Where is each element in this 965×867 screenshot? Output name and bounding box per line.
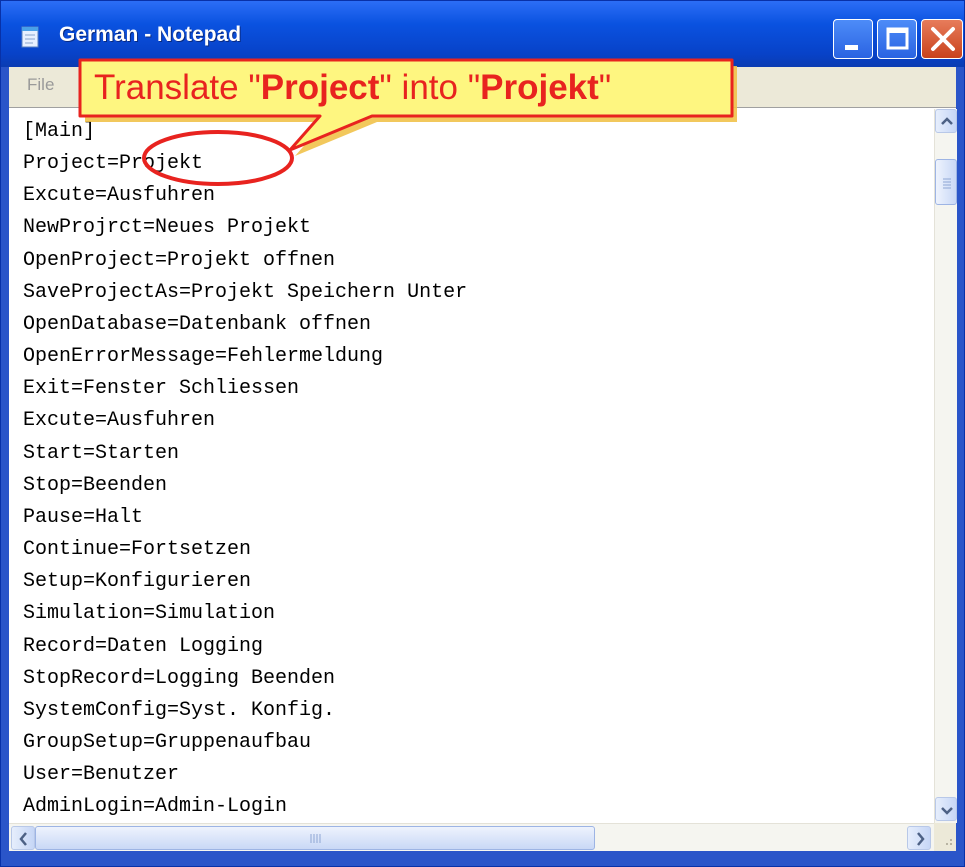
- resize-grip-icon: [946, 839, 952, 845]
- text-line: Pause=Halt: [23, 505, 144, 529]
- text-line: Project=Projekt: [23, 152, 204, 176]
- text-line: AdminLogin=Admin-Login: [23, 795, 288, 819]
- vertical-scroll-thumb[interactable]: [935, 159, 957, 205]
- resize-grip[interactable]: [934, 823, 956, 851]
- horizontal-scrollbar[interactable]: [9, 823, 934, 852]
- notepad-app-icon: [21, 26, 39, 48]
- grip-lines-icon: [943, 178, 951, 189]
- menu-bar: File: [9, 67, 956, 107]
- chevron-right-icon: [917, 832, 925, 846]
- maximize-button[interactable]: [877, 19, 917, 59]
- text-line: SystemConfig=Syst. Konfig.: [23, 698, 336, 722]
- text-line: OpenProject=Projekt offnen: [23, 248, 336, 272]
- text-line: Excute=Ausfuhren: [23, 184, 216, 208]
- title-bar[interactable]: German - Notepad: [1, 1, 964, 67]
- text-line: StopRecord=Logging Beenden: [23, 666, 336, 690]
- menu-file[interactable]: File: [27, 75, 54, 95]
- minimize-button[interactable]: [833, 19, 873, 59]
- text-line: [Main]: [23, 120, 96, 143]
- close-button[interactable]: [921, 19, 963, 59]
- scroll-left-button[interactable]: [11, 826, 35, 850]
- text-line: GroupSetup=Gruppenaufbau: [23, 730, 312, 754]
- window-bottom-border: [1, 851, 964, 866]
- text-line: Exit=Fenster Schliessen: [23, 377, 300, 401]
- text-line: Record=Daten Logging: [23, 634, 264, 658]
- text-editor[interactable]: [Main] Project=Projekt Excute=Ausfuhren New…: [9, 107, 956, 824]
- text-line: Excute=Ausfuhren: [23, 409, 216, 433]
- text-line: OpenDatabase=Datenbank offnen: [23, 312, 372, 336]
- chevron-up-icon: [941, 117, 953, 125]
- grip-lines-icon: [310, 834, 321, 843]
- scroll-right-button[interactable]: [907, 826, 931, 850]
- scroll-down-button[interactable]: [935, 797, 957, 821]
- minimize-icon: [845, 45, 858, 50]
- text-line: Continue=Fortsetzen: [23, 538, 252, 562]
- window-title: German - Notepad: [59, 23, 242, 46]
- text-line: NewProjrct=Neues Projekt: [23, 216, 312, 240]
- text-line: Simulation=Simulation: [23, 602, 276, 626]
- text-lines: [Main] Project=Projekt Excute=Ausfuhren New…: [23, 116, 467, 823]
- chevron-down-icon: [941, 807, 953, 815]
- text-line: Setup=Konfigurieren: [23, 570, 252, 594]
- text-line: User=Benutzer: [23, 763, 180, 787]
- close-icon: [931, 27, 955, 51]
- chevron-left-icon: [19, 832, 27, 846]
- notepad-window: German - Notepad File [Main] Project=Proj…: [0, 0, 965, 867]
- text-line: OpenErrorMessage=Fehlermeldung: [23, 345, 384, 369]
- text-line: Start=Starten: [23, 441, 180, 465]
- text-line: Stop=Beenden: [23, 473, 168, 497]
- horizontal-scroll-thumb[interactable]: [35, 826, 595, 850]
- text-line: SaveProjectAs=Projekt Speichern Unter: [23, 280, 468, 304]
- vertical-scrollbar[interactable]: [934, 109, 957, 823]
- scroll-up-button[interactable]: [935, 109, 957, 133]
- maximize-icon: [886, 27, 909, 50]
